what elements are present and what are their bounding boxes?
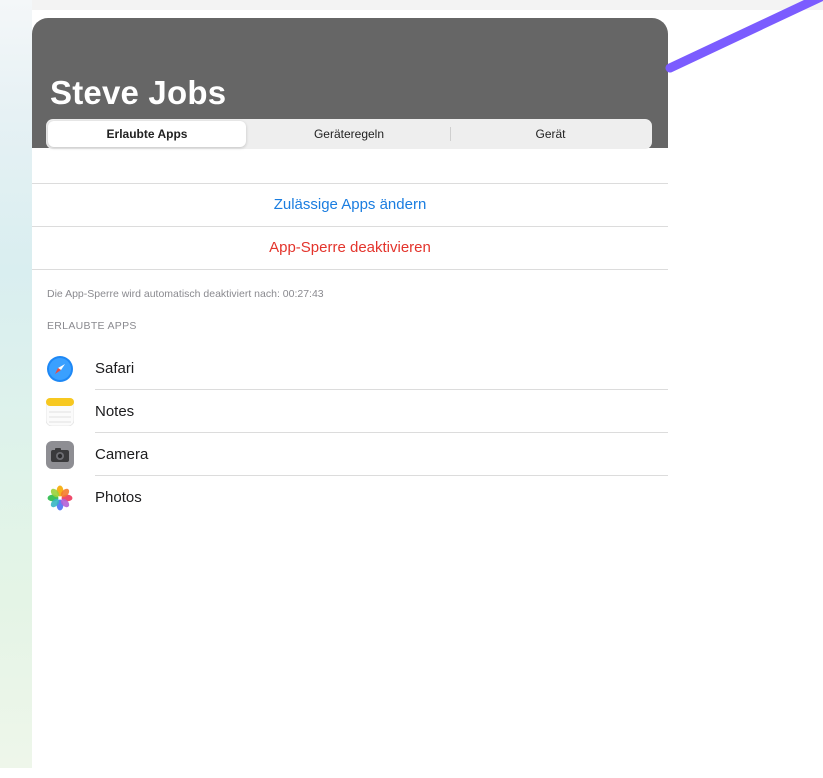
camera-icon xyxy=(46,441,74,469)
safari-icon xyxy=(47,356,73,382)
tab-erlaubte-apps[interactable]: Erlaubte Apps xyxy=(48,121,246,147)
app-label: Safari xyxy=(95,360,135,377)
header-bar: Steve Jobs Erlaubte Apps Geräteregeln Ge… xyxy=(32,18,668,149)
list-item-photos[interactable]: Photos xyxy=(32,476,668,519)
edit-allowed-apps-button[interactable]: Zulässige Apps ändern xyxy=(32,184,668,226)
app-label: Camera xyxy=(95,446,149,463)
app-label: Photos xyxy=(95,489,142,506)
app-label: Notes xyxy=(95,403,135,420)
section-header-allowed-apps: ERLAUBTE APPS xyxy=(47,320,137,332)
auto-disable-info: Die App-Sperre wird automatisch deaktivi… xyxy=(47,288,324,300)
list-item-safari[interactable]: Safari xyxy=(32,347,668,390)
backdrop-top xyxy=(0,0,823,10)
backdrop-strip xyxy=(0,0,32,768)
list-item-notes[interactable]: Notes xyxy=(32,390,668,433)
tab-geraet[interactable]: Gerät xyxy=(451,121,650,147)
separator xyxy=(32,269,668,270)
photos-icon xyxy=(47,485,73,511)
tab-geraeteregeln[interactable]: Geräteregeln xyxy=(248,121,450,147)
list-item-camera[interactable]: Camera xyxy=(32,433,668,476)
disable-app-lock-button[interactable]: App-Sperre deaktivieren xyxy=(32,227,668,269)
device-panel: Steve Jobs Erlaubte Apps Geräteregeln Ge… xyxy=(32,18,668,778)
segmented-control: Erlaubte Apps Geräteregeln Gerät xyxy=(46,119,652,149)
page-title: Steve Jobs xyxy=(50,74,227,111)
notes-icon xyxy=(46,398,74,426)
